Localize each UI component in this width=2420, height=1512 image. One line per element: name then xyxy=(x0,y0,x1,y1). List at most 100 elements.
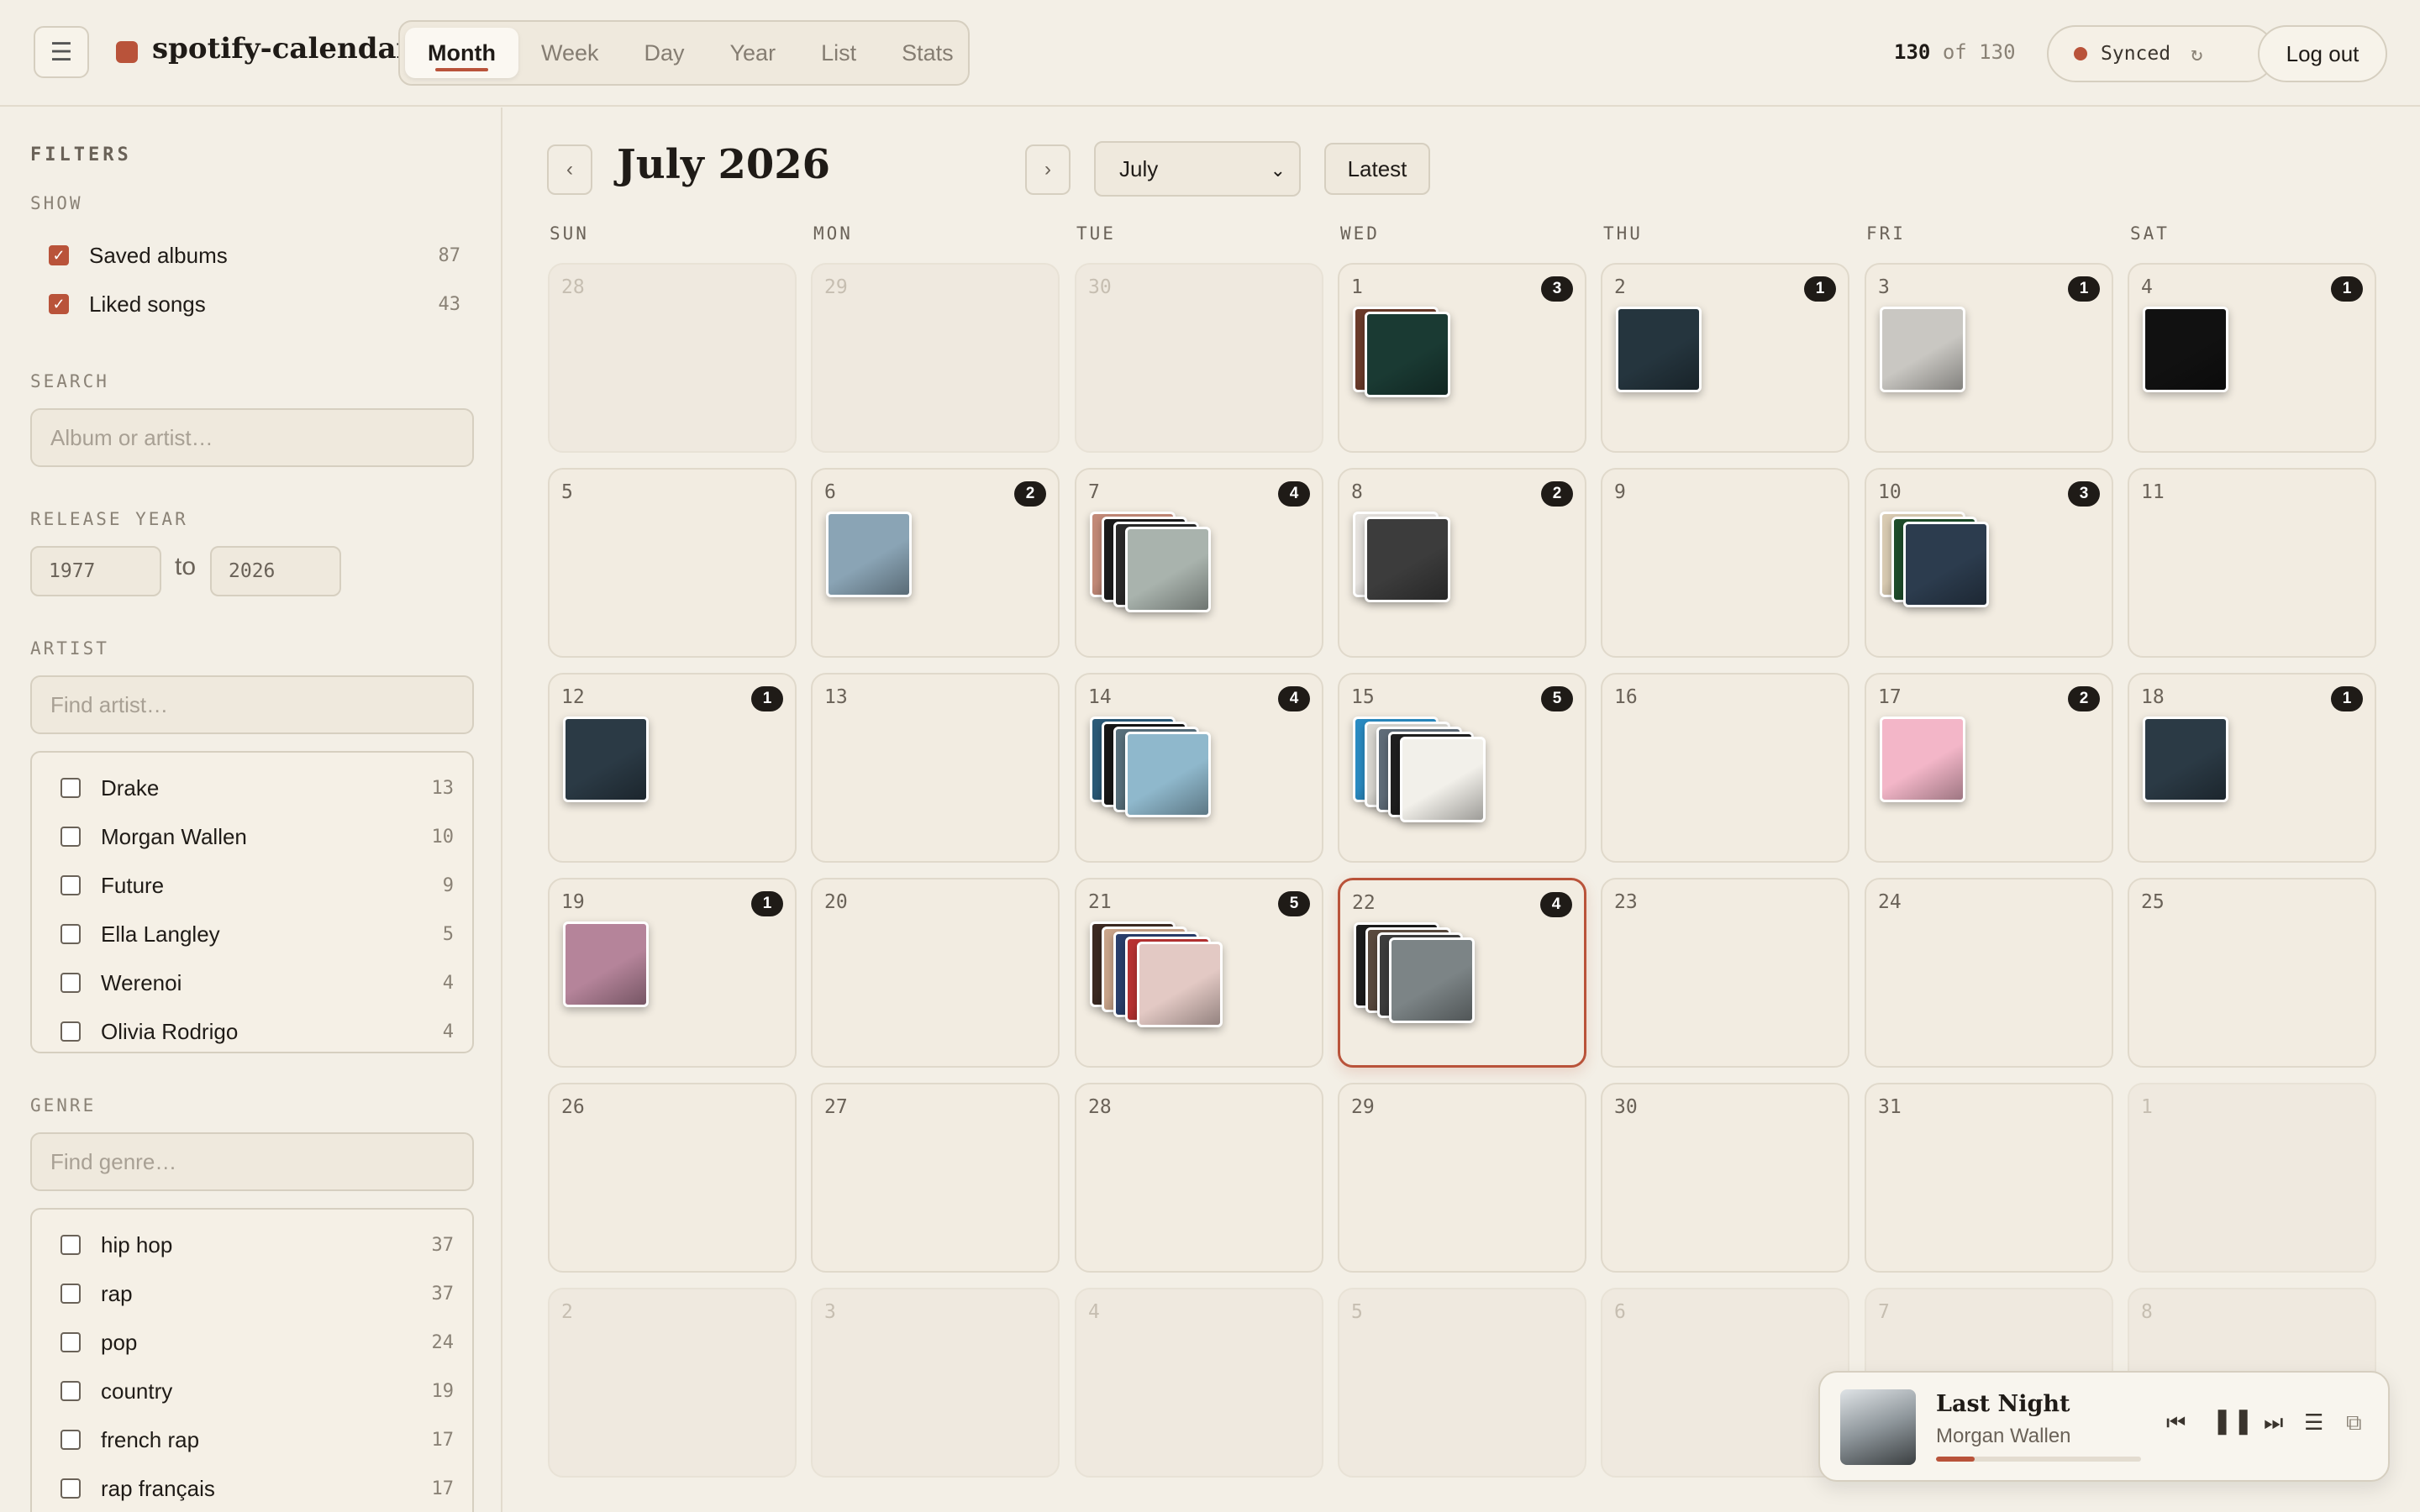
album-cover[interactable] xyxy=(1125,527,1211,612)
calendar-day[interactable]: 16 xyxy=(1601,673,1849,863)
logout-button[interactable]: Log out xyxy=(2258,25,2387,82)
calendar-day[interactable]: 12 1 xyxy=(548,673,797,863)
calendar-day[interactable]: 28 xyxy=(1075,1083,1323,1273)
tab-year[interactable]: Year xyxy=(708,28,799,78)
calendar-day[interactable]: 14 4 xyxy=(1075,673,1323,863)
popout-icon[interactable]: ⧉ xyxy=(2346,1410,2362,1436)
calendar-day[interactable]: 13 xyxy=(811,673,1060,863)
artist-item[interactable]: Drake 13 xyxy=(60,771,454,805)
checkbox[interactable] xyxy=(60,778,81,798)
calendar-day[interactable]: 9 xyxy=(1601,468,1849,658)
calendar-day[interactable]: 25 xyxy=(2128,878,2376,1068)
calendar-day[interactable]: 5 xyxy=(548,468,797,658)
album-art[interactable] xyxy=(1840,1389,1916,1465)
album-cover[interactable] xyxy=(2143,717,2228,802)
genre-item[interactable]: hip hop 37 xyxy=(60,1228,454,1262)
album-cover[interactable] xyxy=(1365,517,1450,602)
checkbox[interactable] xyxy=(60,875,81,895)
prev-month-button[interactable]: ‹ xyxy=(547,144,592,195)
calendar-day[interactable]: 2 xyxy=(548,1288,797,1478)
genre-item[interactable]: pop 24 xyxy=(60,1326,454,1359)
next-track-icon[interactable]: ⏭ xyxy=(2264,1410,2283,1436)
album-cover[interactable] xyxy=(826,512,912,597)
tab-week[interactable]: Week xyxy=(518,28,622,78)
album-cover[interactable] xyxy=(1903,522,1989,607)
calendar-day[interactable]: 10 3 xyxy=(1865,468,2113,658)
artist-item[interactable]: Olivia Rodrigo 4 xyxy=(60,1015,454,1048)
checkbox[interactable] xyxy=(60,1021,81,1042)
calendar-day[interactable]: 17 2 xyxy=(1865,673,2113,863)
search-input[interactable] xyxy=(30,408,474,467)
album-cover[interactable] xyxy=(1125,732,1211,817)
calendar-day[interactable]: 21 5 xyxy=(1075,878,1323,1068)
calendar-day[interactable]: 24 xyxy=(1865,878,2113,1068)
calendar-day[interactable]: 28 xyxy=(548,263,797,453)
latest-button[interactable]: Latest xyxy=(1324,143,1430,195)
album-cover[interactable] xyxy=(1400,737,1486,822)
genre-item[interactable]: country 19 xyxy=(60,1374,454,1408)
show-liked-songs[interactable]: Liked songs 43 xyxy=(49,287,460,321)
calendar-day[interactable]: 31 xyxy=(1865,1083,2113,1273)
calendar-day[interactable]: 13 xyxy=(1338,263,1586,453)
calendar-day[interactable]: 30 xyxy=(1601,1083,1849,1273)
checkbox[interactable] xyxy=(60,1381,81,1401)
checkbox[interactable] xyxy=(60,1235,81,1255)
calendar-day[interactable]: 1 xyxy=(2128,1083,2376,1273)
album-cover[interactable] xyxy=(1616,307,1702,392)
tab-stats[interactable]: Stats xyxy=(879,28,976,78)
calendar-day[interactable]: 11 xyxy=(2128,468,2376,658)
calendar-day[interactable]: 3 xyxy=(811,1288,1060,1478)
artist-item[interactable]: Future 9 xyxy=(60,869,454,902)
next-month-button[interactable]: › xyxy=(1025,144,1071,195)
album-cover[interactable] xyxy=(563,921,649,1007)
previous-track-icon[interactable]: ⏮ xyxy=(2166,1410,2186,1436)
calendar-day[interactable]: 20 xyxy=(811,878,1060,1068)
calendar-day[interactable]: 30 xyxy=(1075,263,1323,453)
checkbox[interactable] xyxy=(49,294,69,314)
progress-bar[interactable] xyxy=(1936,1457,2141,1462)
year-to-input[interactable] xyxy=(210,546,341,596)
checkbox[interactable] xyxy=(60,1332,81,1352)
sync-status-button[interactable]: Synced ↻ xyxy=(2047,25,2275,82)
checkbox[interactable] xyxy=(60,924,81,944)
calendar-day[interactable]: 22 4 xyxy=(1338,878,1586,1068)
checkbox[interactable] xyxy=(60,1430,81,1450)
album-cover[interactable] xyxy=(1880,307,1965,392)
calendar-day[interactable]: 41 xyxy=(2128,263,2376,453)
checkbox[interactable] xyxy=(60,827,81,847)
calendar-day[interactable]: 62 xyxy=(811,468,1060,658)
calendar-day[interactable]: 23 xyxy=(1601,878,1849,1068)
tab-month[interactable]: Month xyxy=(405,28,518,78)
tab-list[interactable]: List xyxy=(798,28,879,78)
show-saved-albums[interactable]: Saved albums 87 xyxy=(49,239,460,272)
checkbox[interactable] xyxy=(49,245,69,265)
checkbox[interactable] xyxy=(60,973,81,993)
genre-item[interactable]: rap 37 xyxy=(60,1277,454,1310)
album-cover[interactable] xyxy=(1137,942,1223,1027)
calendar-day[interactable]: 5 xyxy=(1338,1288,1586,1478)
album-cover[interactable] xyxy=(2143,307,2228,392)
calendar-day[interactable]: 74 xyxy=(1075,468,1323,658)
calendar-day[interactable]: 27 xyxy=(811,1083,1060,1273)
calendar-day[interactable]: 19 1 xyxy=(548,878,797,1068)
calendar-day[interactable]: 31 xyxy=(1865,263,2113,453)
calendar-day[interactable]: 18 1 xyxy=(2128,673,2376,863)
checkbox[interactable] xyxy=(60,1284,81,1304)
checkbox[interactable] xyxy=(60,1478,81,1499)
menu-button[interactable]: ☰ xyxy=(34,26,89,78)
queue-icon[interactable]: ☰ xyxy=(2304,1410,2323,1436)
calendar-day[interactable]: 21 xyxy=(1601,263,1849,453)
genre-item[interactable]: french rap 17 xyxy=(60,1423,454,1457)
artist-item[interactable]: Morgan Wallen 10 xyxy=(60,820,454,853)
calendar-day[interactable]: 15 5 xyxy=(1338,673,1586,863)
album-cover[interactable] xyxy=(1389,937,1475,1023)
artist-item[interactable]: Werenoi 4 xyxy=(60,966,454,1000)
year-from-input[interactable] xyxy=(30,546,161,596)
calendar-day[interactable]: 26 xyxy=(548,1083,797,1273)
month-select[interactable]: July ⌄ xyxy=(1094,141,1301,197)
pause-icon[interactable]: ❚❚ xyxy=(2212,1406,2254,1436)
calendar-day[interactable]: 29 xyxy=(1338,1083,1586,1273)
artist-item[interactable]: Ella Langley 5 xyxy=(60,917,454,951)
calendar-day[interactable]: 4 xyxy=(1075,1288,1323,1478)
genre-item[interactable]: rap français 17 xyxy=(60,1472,454,1505)
